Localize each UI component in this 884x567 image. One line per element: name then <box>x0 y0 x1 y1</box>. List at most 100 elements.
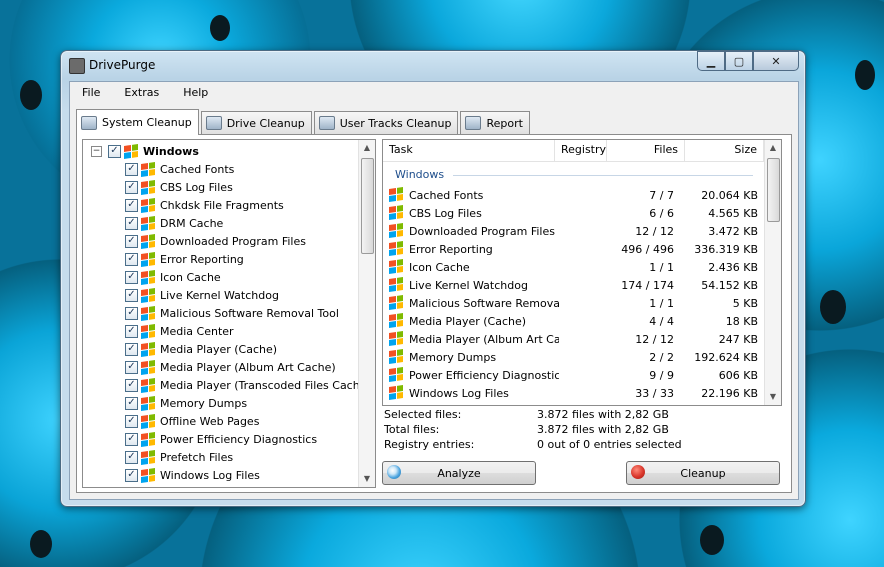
checkbox-checked-icon[interactable]: ✓ <box>108 144 121 158</box>
tab-report[interactable]: Report <box>460 111 530 134</box>
checkbox-checked-icon[interactable]: ✓ <box>125 306 138 320</box>
tree-item[interactable]: ✓ Windows Log Files <box>125 466 260 484</box>
cleanup-button[interactable]: Cleanup <box>626 461 780 485</box>
scroll-up-icon[interactable]: ▲ <box>359 140 375 156</box>
checkbox-checked-icon[interactable]: ✓ <box>125 360 138 374</box>
windows-logo-icon <box>141 323 155 339</box>
list-header: Task Registry Files Size <box>383 140 764 162</box>
menu-file[interactable]: File <box>70 82 112 104</box>
list-row[interactable]: Memory Dumps 2 / 2 192.624 KB <box>383 348 764 366</box>
tree-item[interactable]: ✓ Offline Web Pages <box>125 412 259 430</box>
checkbox-checked-icon[interactable]: ✓ <box>125 324 138 338</box>
tree-scrollbar[interactable]: ▲ ▼ <box>358 140 375 487</box>
scroll-up-icon[interactable]: ▲ <box>765 140 781 156</box>
checkbox-checked-icon[interactable]: ✓ <box>125 234 138 248</box>
windows-logo-icon <box>141 251 155 267</box>
list-row[interactable]: Downloaded Program Files 12 / 12 3.472 KB <box>383 222 764 240</box>
tree-item[interactable]: ✓ Power Efficiency Diagnostics <box>125 430 317 448</box>
list-row[interactable]: CBS Log Files 6 / 6 4.565 KB <box>383 204 764 222</box>
tree-root-windows[interactable]: − ✓ Windows <box>91 142 199 160</box>
tab-label: Drive Cleanup <box>226 116 305 130</box>
tree-item[interactable]: ✓ Media Center <box>125 322 234 340</box>
tree-item[interactable]: ✓ Media Player (Cache) <box>125 340 277 358</box>
checkbox-checked-icon[interactable]: ✓ <box>125 396 138 410</box>
title-bar[interactable]: DrivePurge ▁ ▢ ✕ <box>61 51 805 81</box>
tree-item[interactable]: ✓ Cached Fonts <box>125 160 234 178</box>
selected-files-value: 3.872 files with 2,82 GB <box>537 408 669 421</box>
row-task: Downloaded Program Files <box>409 224 555 238</box>
row-files: 496 / 496 <box>621 242 674 256</box>
cleanup-tree: − ✓ Windows ✓ Cached Fonts ✓ CBS Log Files ✓… <box>82 139 376 488</box>
column-size[interactable]: Size <box>685 140 764 161</box>
scroll-thumb[interactable] <box>767 158 780 222</box>
tree-item[interactable]: ✓ Memory Dumps <box>125 394 247 412</box>
column-task[interactable]: Task <box>383 140 555 161</box>
list-row[interactable]: Cached Fonts 7 / 7 20.064 KB <box>383 186 764 204</box>
windows-logo-icon <box>389 367 403 382</box>
column-files[interactable]: Files <box>607 140 685 161</box>
minimize-icon: ▁ <box>706 54 716 68</box>
row-task: Cached Fonts <box>409 188 484 202</box>
checkbox-checked-icon[interactable]: ✓ <box>125 198 138 212</box>
tree-item[interactable]: ✓ Icon Cache <box>125 268 221 286</box>
checkbox-checked-icon[interactable]: ✓ <box>125 162 138 176</box>
tab-user-tracks-cleanup[interactable]: User Tracks Cleanup <box>313 111 459 134</box>
tab-drive-cleanup[interactable]: Drive Cleanup <box>200 111 312 134</box>
analyze-button[interactable]: Analyze <box>382 461 536 485</box>
row-files: 12 / 12 <box>635 224 674 238</box>
checkbox-checked-icon[interactable]: ✓ <box>125 432 138 446</box>
checkbox-checked-icon[interactable]: ✓ <box>125 270 138 284</box>
tree-item[interactable]: ✓ DRM Cache <box>125 214 223 232</box>
checkbox-checked-icon[interactable]: ✓ <box>125 252 138 266</box>
scroll-down-icon[interactable]: ▼ <box>359 471 375 487</box>
checkbox-checked-icon[interactable]: ✓ <box>125 180 138 194</box>
windows-logo-icon <box>141 269 155 285</box>
windows-logo-icon <box>141 377 155 393</box>
checkbox-checked-icon[interactable]: ✓ <box>125 414 138 428</box>
tab-system-cleanup[interactable]: System Cleanup <box>76 109 199 135</box>
list-row[interactable]: Windows Log Files 33 / 33 22.196 KB <box>383 384 764 402</box>
maximize-button[interactable]: ▢ <box>725 51 753 71</box>
windows-logo-icon <box>389 277 403 292</box>
list-row[interactable]: Power Efficiency Diagnostics 9 / 9 606 KB <box>383 366 764 384</box>
minimize-button[interactable]: ▁ <box>697 51 725 71</box>
checkbox-checked-icon[interactable]: ✓ <box>125 378 138 392</box>
tree-item[interactable]: ✓ Downloaded Program Files <box>125 232 306 250</box>
list-row[interactable]: Icon Cache 1 / 1 2.436 KB <box>383 258 764 276</box>
row-size: 606 KB <box>718 368 758 382</box>
menu-extras[interactable]: Extras <box>112 82 171 104</box>
scroll-thumb[interactable] <box>361 158 374 254</box>
close-button[interactable]: ✕ <box>753 51 799 71</box>
list-row[interactable]: Media Player (Album Art Ca... 12 / 12 247 … <box>383 330 764 348</box>
list-row[interactable]: Live Kernel Watchdog 174 / 174 54.152 KB <box>383 276 764 294</box>
tree-root-label: Windows <box>143 144 199 158</box>
windows-logo-icon <box>389 295 403 310</box>
drive-icon <box>205 116 222 130</box>
row-files: 9 / 9 <box>649 368 674 382</box>
tree-item[interactable]: ✓ Chkdsk File Fragments <box>125 196 284 214</box>
checkbox-checked-icon[interactable]: ✓ <box>125 468 138 482</box>
tree-item[interactable]: ✓ Error Reporting <box>125 250 244 268</box>
tree-item[interactable]: ✓ Malicious Software Removal Tool <box>125 304 339 322</box>
menu-help[interactable]: Help <box>171 82 220 104</box>
tree-item[interactable]: ✓ Prefetch Files <box>125 448 233 466</box>
tree-item[interactable]: ✓ CBS Log Files <box>125 178 233 196</box>
column-registry[interactable]: Registry <box>555 140 607 161</box>
list-row[interactable]: Malicious Software Removal... 1 / 1 5 KB <box>383 294 764 312</box>
checkbox-checked-icon[interactable]: ✓ <box>125 450 138 464</box>
collapse-icon[interactable]: − <box>91 145 102 157</box>
tree-item[interactable]: ✓ Live Kernel Watchdog <box>125 286 279 304</box>
checkbox-checked-icon[interactable]: ✓ <box>125 342 138 356</box>
checkbox-checked-icon[interactable]: ✓ <box>125 216 138 230</box>
list-scrollbar[interactable]: ▲ ▼ <box>764 140 781 405</box>
windows-logo-icon <box>124 143 138 159</box>
window-title: DrivePurge <box>89 58 156 72</box>
tree-item[interactable]: ✓ Media Player (Transcoded Files Cache) <box>125 376 371 394</box>
list-row[interactable]: Error Reporting 496 / 496 336.319 KB <box>383 240 764 258</box>
wallpaper-smiley-eye <box>20 80 42 110</box>
list-row[interactable]: Media Player (Cache) 4 / 4 18 KB <box>383 312 764 330</box>
checkbox-checked-icon[interactable]: ✓ <box>125 288 138 302</box>
scroll-down-icon[interactable]: ▼ <box>765 389 781 405</box>
wallpaper-smiley-eye <box>210 15 230 41</box>
tree-item[interactable]: ✓ Media Player (Album Art Cache) <box>125 358 336 376</box>
